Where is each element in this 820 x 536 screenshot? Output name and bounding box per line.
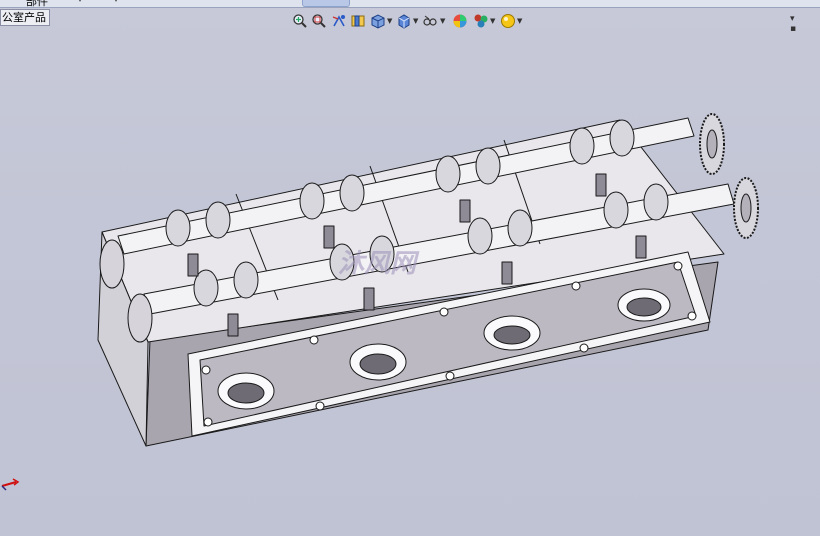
active-tab-indicator[interactable]: [302, 0, 350, 7]
chevron-down-icon[interactable]: ▼: [517, 17, 522, 25]
chevron-down-icon[interactable]: ▾: [78, 0, 82, 4]
chevron-down-icon[interactable]: ▾: [114, 0, 118, 4]
section-view-icon[interactable]: [350, 13, 366, 29]
reference-triad-icon: [1, 478, 20, 491]
zoom-to-area-icon[interactable]: [311, 13, 327, 29]
chevron-down-icon[interactable]: ▼: [490, 17, 495, 25]
viewport-window-controls[interactable]: ▾ ▪: [790, 14, 820, 34]
edit-appearance-icon[interactable]: [452, 13, 468, 29]
chevron-down-icon[interactable]: ▼: [413, 17, 418, 25]
watermark-text: 沐风网: [338, 249, 420, 279]
command-manager-strip: 部件 ▾ ▾: [0, 0, 820, 8]
chevron-down-icon[interactable]: ▼: [440, 17, 445, 25]
chevron-down-icon[interactable]: ▼: [387, 17, 392, 25]
apply-scene-icon[interactable]: [473, 13, 489, 29]
view-settings-icon[interactable]: [500, 13, 516, 29]
zoom-to-fit-icon[interactable]: [292, 13, 308, 29]
view-orientation-icon[interactable]: [370, 13, 386, 29]
display-style-icon[interactable]: [396, 13, 412, 29]
cylinder-head-model[interactable]: 沐风网: [88, 104, 768, 454]
hide-show-items-icon[interactable]: [422, 13, 438, 29]
part-tab-label[interactable]: 部件: [26, 0, 48, 9]
previous-view-icon[interactable]: [331, 13, 347, 29]
context-label[interactable]: 公室产品: [0, 9, 50, 26]
